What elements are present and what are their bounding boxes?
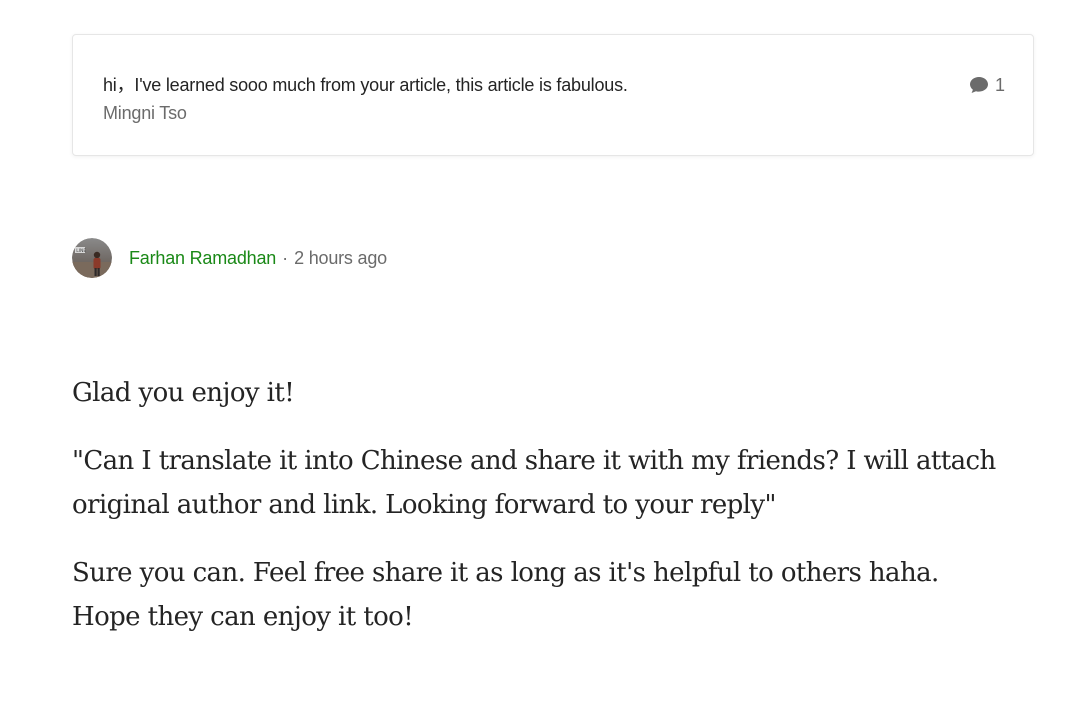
reply-count-value: 1 — [994, 75, 1005, 95]
parent-comment-text: hi，I've learned sooo much from your arti… — [103, 75, 628, 95]
reply-paragraph: Sure you can. Feel free share it as long… — [72, 558, 939, 632]
reply-paragraph: "Can I translate it into Chinese and sha… — [72, 446, 996, 520]
parent-comment-card[interactable]: hi，I've learned sooo much from your arti… — [72, 34, 1034, 156]
user-avatar[interactable]: LINE — [72, 238, 112, 278]
speech-bubble-icon — [969, 76, 989, 94]
meta-separator: · — [282, 247, 289, 268]
reply-meta: LINE Farhan Ramadhan · 2 hours ago — [72, 238, 387, 278]
svg-text:LINE: LINE — [76, 248, 86, 254]
reply-body: Glad you enjoy it! "Can I translate it i… — [72, 371, 1012, 663]
reply-count-button[interactable]: 1 — [969, 74, 1005, 96]
reply-timestamp[interactable]: 2 hours ago — [294, 248, 387, 269]
reply-paragraph: Glad you enjoy it! — [72, 378, 295, 408]
parent-comment-author[interactable]: Mingni Tso — [103, 102, 187, 124]
reply-author-link[interactable]: Farhan Ramadhan — [129, 248, 276, 269]
